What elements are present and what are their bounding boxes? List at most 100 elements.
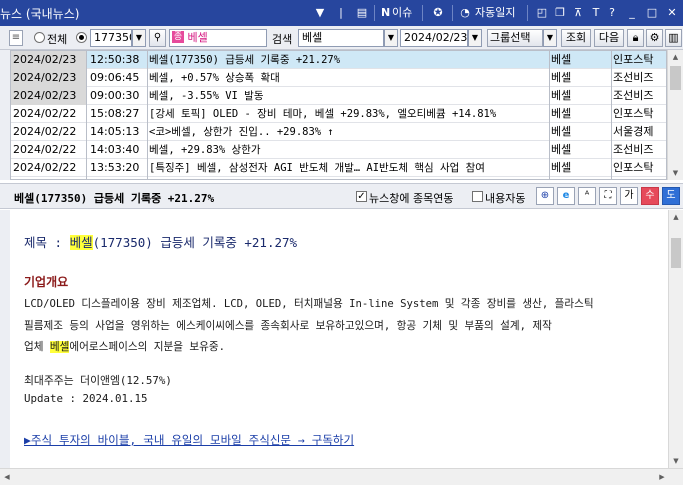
subscribe-link[interactable]: ▶주식 투자의 바이블, 국내 유일의 모바일 주식신문 → 구독하기 [24, 432, 354, 448]
group-select[interactable]: 그룹선택 [487, 29, 543, 47]
news-time: 15:08:27 [90, 107, 140, 120]
stock-search-button[interactable]: ⚲ [149, 29, 166, 47]
news-stock: 베셀 [551, 125, 572, 138]
section-title: 기업개요 [24, 275, 69, 289]
news-time: 13:53:20 [90, 161, 140, 174]
fit-window-icon[interactable]: ⛶ [599, 187, 617, 205]
next-button[interactable]: 다음 [594, 29, 624, 47]
news-row[interactable]: 2024/02/22 14:03:40 베셀, +29.83% 상한가 베셀 조… [11, 141, 666, 159]
date-picker-button[interactable]: ▼ [468, 29, 482, 47]
column-divider [549, 51, 550, 179]
subject-prefix: 제목 : [24, 235, 70, 250]
news-stock: 베셀 [551, 143, 572, 156]
auto-content-checkbox[interactable] [472, 191, 483, 202]
clock-icon[interactable]: ◔ [458, 5, 472, 21]
issue-label[interactable]: 이슈 [392, 5, 412, 21]
overview-text: 업체 [24, 341, 50, 353]
search-label: 검색 [272, 33, 293, 46]
detail-header: 베셀(177350) 급등세 기록중 +21.27% ✓ 뉴스창에 종목연동 내… [0, 183, 683, 209]
stock-name-field[interactable]: 종 베셀 [169, 29, 267, 47]
stock-code-input[interactable]: 177350 [90, 29, 132, 47]
group-select-arrow[interactable]: ▼ [543, 29, 557, 47]
pin-icon[interactable]: ✪ [429, 5, 447, 21]
news-row[interactable]: 2024/02/23 09:00:30 베셀, -3.55% VI 발동 베셀 … [11, 87, 666, 105]
sell-button[interactable]: 도 [662, 187, 680, 205]
divider [452, 5, 453, 21]
search-input[interactable]: 베셀 [298, 29, 384, 47]
news-date: 2024/02/22 [13, 107, 77, 120]
news-row[interactable]: 2024/02/23 12:50:38 베셀(177350) 급등세 기록중 +… [11, 51, 666, 69]
close-icon[interactable]: ✕ [665, 5, 679, 21]
content-scrollbar[interactable]: ▲ ▼ [668, 210, 683, 468]
stock-radio[interactable] [76, 32, 87, 43]
minimize-icon[interactable]: _ [625, 5, 639, 21]
news-source: 인포스탁 [613, 107, 654, 120]
news-title[interactable]: <코>베셀, 상한가 진입.. +29.83% ↑ [147, 123, 549, 141]
font-size-button[interactable]: 가 [620, 187, 638, 205]
window-layout-icon[interactable]: ◰ [535, 5, 549, 21]
column-divider [611, 51, 612, 179]
all-radio[interactable] [34, 32, 45, 43]
overview-line: LCD/OLED 디스플레이용 장비 제조업체. LCD, OLED, 터치패널… [24, 298, 594, 310]
list-toggle-icon[interactable]: ≡ [9, 30, 23, 46]
scroll-down-icon[interactable]: ▼ [668, 166, 683, 180]
scroll-right-icon[interactable]: ▶ [655, 470, 669, 484]
subject-rest: (177350) 급등세 기록중 +21.27% [92, 235, 298, 250]
news-source: 조선비즈 [613, 71, 654, 84]
always-on-top-icon[interactable]: ⊼ [571, 5, 585, 21]
news-date: 2024/02/23 [11, 87, 86, 105]
news-stock: 베셀 [551, 161, 572, 174]
window-title: 뉴스 (국내뉴스) [0, 7, 80, 21]
scroll-left-icon[interactable]: ◀ [0, 470, 14, 484]
issue-n-icon[interactable]: N [381, 5, 390, 21]
news-date: 2024/02/23 [11, 69, 86, 87]
news-date: 2024/02/22 [13, 143, 77, 156]
news-stock: 베셀 [551, 53, 572, 66]
scroll-down-icon[interactable]: ▼ [669, 454, 683, 468]
news-title[interactable]: 베셀(177350) 급등세 기록중 +21.27% [147, 51, 549, 69]
list-scrollbar[interactable]: ▲ ▼ [667, 50, 683, 180]
news-time: 09:00:30 [90, 89, 140, 102]
news-row[interactable]: 2024/02/22 13:53:20 [특징주] 베셀, 삼성전자 AGI 반… [11, 159, 666, 177]
date-input[interactable]: 2024/02/23 [400, 29, 468, 47]
column-divider [147, 51, 148, 179]
stock-name: 베셀 [187, 31, 208, 44]
gear-icon[interactable]: ⚙ [646, 29, 663, 47]
news-stock: 베셀 [551, 107, 572, 120]
news-title[interactable]: [강세 토픽] OLED - 장비 테마, 베셀 +29.83%, 엘오티베큠 … [147, 105, 549, 123]
stock-link-checkbox[interactable]: ✓ [356, 191, 367, 202]
browser-icon[interactable]: e [557, 187, 575, 205]
news-stock: 베셀 [551, 89, 572, 102]
stock-code-dropdown[interactable]: ▼ [132, 29, 146, 47]
all-label: 전체 [47, 33, 68, 46]
news-subject: 제목 : 베셀(177350) 급등세 기록중 +21.27% [24, 232, 297, 251]
major-shareholder: 최대주주는 더이앤엠(12.57%) [24, 374, 172, 387]
scroll-up-icon[interactable]: ▲ [669, 210, 683, 224]
news-title[interactable]: 베셀, +0.57% 상승폭 확대 [147, 69, 549, 87]
news-row[interactable]: 2024/02/22 14:05:13 <코>베셀, 상한가 진입.. +29.… [11, 123, 666, 141]
divider [374, 5, 375, 21]
news-title[interactable]: 베셀, +29.83% 상한가 [147, 141, 549, 159]
news-title[interactable]: [특징주] 베셀, 삼성전자 AGI 반도체 개발… AI반도체 핵심 사업 참… [147, 159, 549, 177]
buy-button[interactable]: 수 [641, 187, 659, 205]
query-button[interactable]: 조회 [561, 29, 591, 47]
split-view-icon[interactable]: ▥ [665, 29, 682, 47]
search-dropdown[interactable]: ▼ [384, 29, 398, 47]
text-size-icon[interactable]: T [589, 5, 603, 21]
scroll-thumb[interactable] [670, 66, 681, 90]
horizontal-scrollbar[interactable]: ◀ ▶ [0, 468, 683, 485]
lock-icon[interactable]: 🔒︎ [627, 29, 644, 47]
maximize-icon[interactable]: □ [645, 5, 659, 21]
news-row[interactable]: 2024/02/22 15:08:27 [강세 토픽] OLED - 장비 테마… [11, 105, 666, 123]
text-format-icon[interactable]: ᴬ [578, 187, 596, 205]
scroll-up-icon[interactable]: ▲ [668, 50, 683, 64]
menu-icon[interactable]: ▤ [355, 5, 369, 21]
scroll-thumb[interactable] [671, 238, 681, 268]
news-row[interactable]: 2024/02/23 09:06:45 베셀, +0.57% 상승폭 확대 베셀… [11, 69, 666, 87]
auto-journal-label[interactable]: 자동일지 [475, 5, 515, 21]
dropdown-arrow-icon[interactable]: ▼ [314, 5, 326, 21]
zoom-icon[interactable]: ⊕ [536, 187, 554, 205]
help-icon[interactable]: ? [606, 5, 618, 21]
news-title[interactable]: 베셀, -3.55% VI 발동 [147, 87, 549, 105]
restore-icon[interactable]: ❐ [553, 5, 567, 21]
